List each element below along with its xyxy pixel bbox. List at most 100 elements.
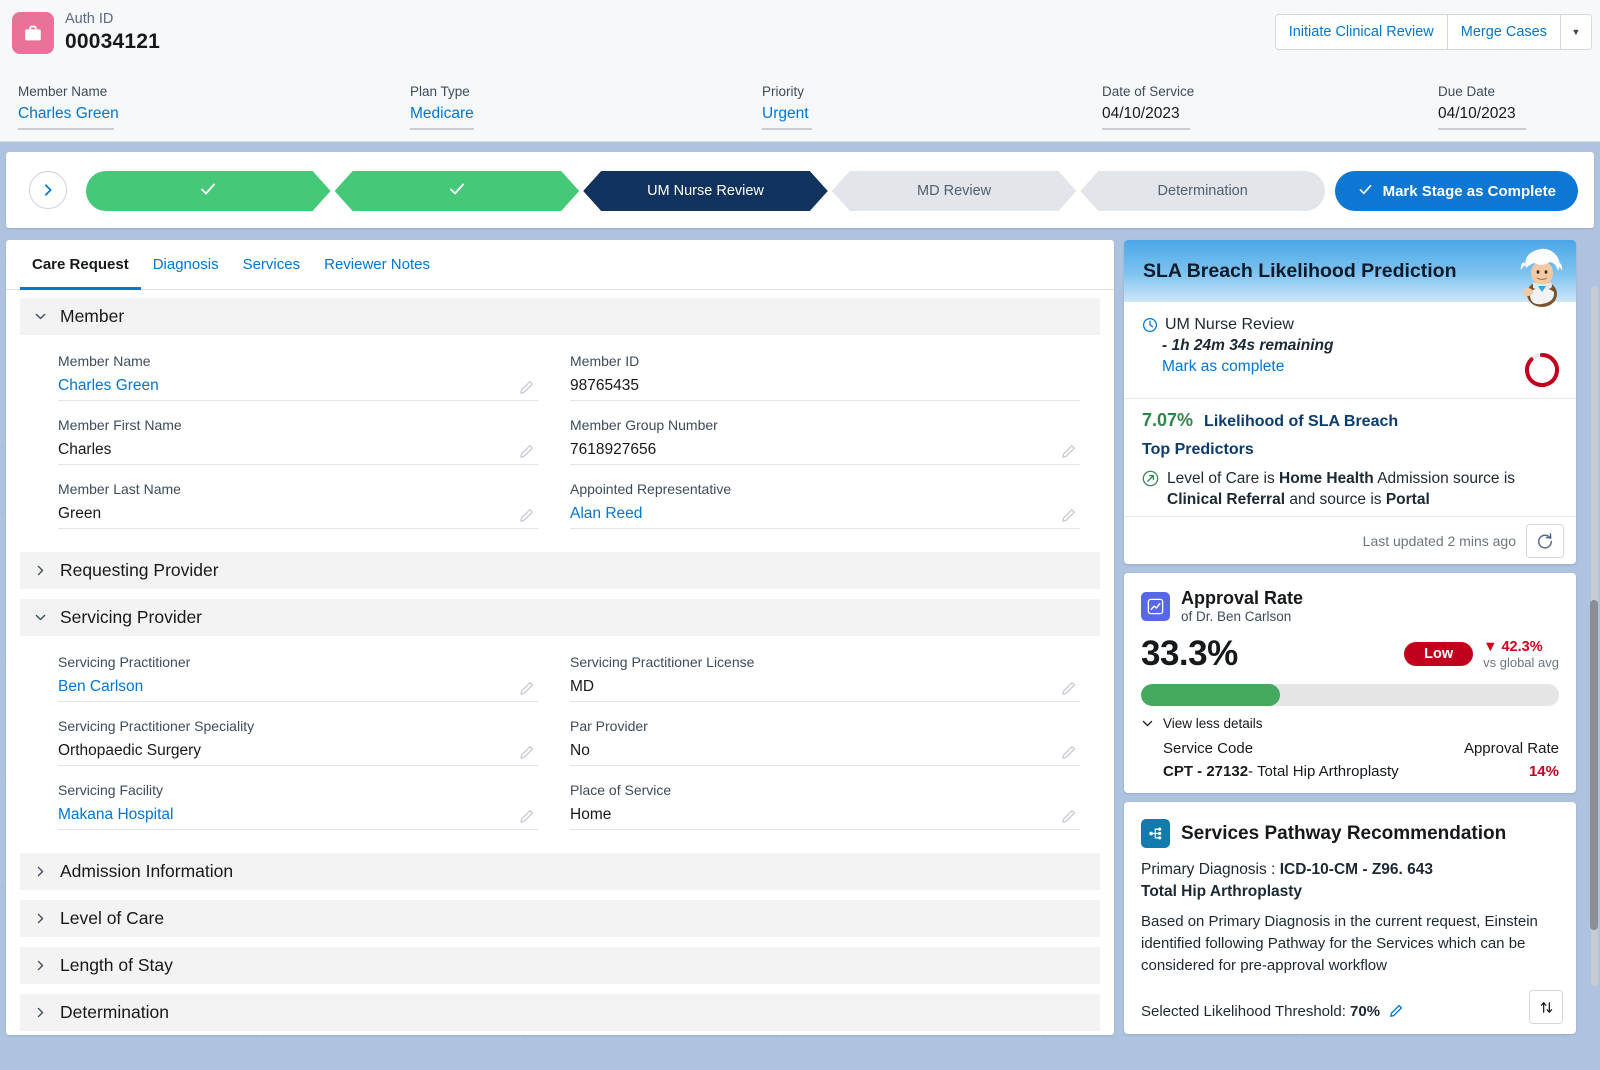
pencil-icon[interactable] xyxy=(1061,681,1076,696)
pencil-icon[interactable] xyxy=(519,444,534,459)
sort-icon[interactable] xyxy=(1529,990,1563,1024)
field-label: Servicing Practitioner License xyxy=(570,654,755,670)
section-header-determination[interactable]: Determination xyxy=(20,994,1100,1031)
field-label: Appointed Representative xyxy=(570,481,732,497)
cell-approval-rate: 14% xyxy=(1528,763,1559,780)
approval-panel-title: Approval Rate xyxy=(1181,588,1304,608)
stage-complete-check-icon xyxy=(198,179,218,203)
view-less-details-label: View less details xyxy=(1163,716,1263,731)
section-body-servicing-provider: Servicing Practitioner Ben Carlson Servi… xyxy=(20,639,1100,853)
stage-label: Determination xyxy=(1157,183,1248,199)
pencil-icon[interactable] xyxy=(519,809,534,824)
section-header-level-of-care[interactable]: Level of Care xyxy=(20,900,1100,937)
section-header-servicing-provider[interactable]: Servicing Provider xyxy=(20,599,1100,636)
sla-stats-block: 7.07% Likelihood of SLA Breach Top Predi… xyxy=(1124,399,1576,516)
merge-cases-button[interactable]: Merge Cases xyxy=(1447,15,1561,49)
field-label: Place of Service xyxy=(570,782,672,798)
pathway-dx-name: Total Hip Arthroplasty xyxy=(1141,883,1303,900)
field-value: 04/10/2023 xyxy=(1438,105,1516,122)
field-servicing-practitioner: Servicing Practitioner Ben Carlson xyxy=(58,651,538,702)
mark-stage-as-complete-button[interactable]: Mark Stage as Complete xyxy=(1334,171,1578,211)
chevron-right-icon[interactable] xyxy=(29,171,67,209)
pencil-icon[interactable] xyxy=(519,508,534,523)
pencil-icon[interactable] xyxy=(519,380,534,395)
approval-delta-label: vs global avg xyxy=(1483,654,1559,670)
column-header-approval-rate: Approval Rate xyxy=(1463,740,1559,757)
field-member-group-number: Member Group Number 7618927656 xyxy=(570,414,1080,465)
stage-item-determination[interactable]: Determination xyxy=(1080,171,1325,211)
field-value[interactable]: Charles Green xyxy=(58,372,538,401)
pencil-icon[interactable] xyxy=(1061,444,1076,459)
field-value[interactable]: Ben Carlson xyxy=(58,673,538,702)
service-code-rest: - Total Hip Arthroplasty xyxy=(1248,763,1399,780)
field-label: Member Name xyxy=(18,84,108,99)
view-less-details-toggle[interactable]: View less details xyxy=(1141,716,1559,731)
sla-panel-footer: Last updated 2 mins ago xyxy=(1124,516,1576,564)
auth-id-value: 00034121 xyxy=(65,30,161,53)
section-header-requesting-provider[interactable]: Requesting Provider xyxy=(20,552,1100,589)
section-header-length-of-stay[interactable]: Length of Stay xyxy=(20,947,1100,984)
approval-rate-panel: Approval Rate of Dr. Ben Carlson 33.3% L… xyxy=(1124,573,1576,793)
header-action-group: Initiate Clinical Review Merge Cases ▼ xyxy=(1274,14,1592,50)
right-rail: SLA Breach Likelihood Prediction UM Nurs… xyxy=(1124,240,1576,1050)
right-rail-scrollbar[interactable] xyxy=(1590,600,1598,930)
stage-item-2[interactable] xyxy=(335,171,580,211)
sla-likelihood-label: Likelihood of SLA Breach xyxy=(1204,413,1399,430)
field-value[interactable]: Alan Reed xyxy=(570,500,1080,529)
pencil-icon[interactable] xyxy=(519,681,534,696)
dx-label: Primary Diagnosis : xyxy=(1141,861,1280,878)
stage-item-um-nurse-review[interactable]: UM Nurse Review xyxy=(583,171,828,211)
pencil-icon[interactable] xyxy=(1389,1004,1403,1018)
field-underline xyxy=(762,128,812,130)
field-value[interactable]: Medicare xyxy=(410,102,762,125)
predictor-seg: and source is xyxy=(1285,491,1386,508)
stage-item-1[interactable] xyxy=(86,171,331,211)
field-value: Green xyxy=(58,500,538,529)
stage-complete-check-icon xyxy=(447,179,467,203)
section-title: Member xyxy=(60,306,125,326)
sla-time-remaining: - 1h 24m 34s remaining xyxy=(1162,337,1334,354)
field-value[interactable]: Charles Green xyxy=(18,102,410,125)
tab-care-request[interactable]: Care Request xyxy=(20,240,141,290)
record-header: Auth ID 00034121 Initiate Clinical Revie… xyxy=(0,0,1600,142)
pencil-icon[interactable] xyxy=(1061,745,1076,760)
sla-mark-as-complete-link[interactable]: Mark as complete xyxy=(1162,358,1558,376)
member-right-column: Member ID 98765435 Member Group Number 7… xyxy=(560,350,1100,542)
stage-item-md-review[interactable]: MD Review xyxy=(832,171,1077,211)
section-title: Length of Stay xyxy=(60,955,173,975)
table-row: CPT - 27132- Total Hip Arthroplasty 14% xyxy=(1163,763,1559,780)
tab-reviewer-notes[interactable]: Reviewer Notes xyxy=(312,240,442,289)
header-top-row: Auth ID 00034121 Initiate Clinical Revie… xyxy=(0,0,1600,71)
einstein-avatar xyxy=(1520,248,1563,307)
section-title: Admission Information xyxy=(60,861,234,881)
pencil-icon[interactable] xyxy=(1061,809,1076,824)
pencil-icon[interactable] xyxy=(519,745,534,760)
care-request-card: Care Request Diagnosis Services Reviewer… xyxy=(6,240,1114,1035)
tab-services[interactable]: Services xyxy=(231,240,313,289)
field-servicing-practitioner-speciality: Servicing Practitioner Speciality Orthop… xyxy=(58,715,538,766)
chevron-right-icon xyxy=(37,866,44,877)
approval-delta: ▼ 42.3% vs global avg xyxy=(1483,639,1559,670)
tab-diagnosis[interactable]: Diagnosis xyxy=(141,240,231,289)
servicing-right-column: Servicing Practitioner License MD Par Pr… xyxy=(560,651,1100,843)
field-value[interactable]: Makana Hospital xyxy=(58,801,538,830)
initiate-clinical-review-button[interactable]: Initiate Clinical Review xyxy=(1275,15,1448,49)
top-predictors-label: Top Predictors xyxy=(1142,441,1254,458)
chevron-down-icon xyxy=(35,313,46,320)
refresh-icon[interactable] xyxy=(1526,523,1564,558)
section-header-member[interactable]: Member xyxy=(20,298,1100,335)
member-left-column: Member Name Charles Green Member First N… xyxy=(20,350,560,542)
field-value: 7618927656 xyxy=(570,436,1080,465)
more-actions-caret-icon[interactable]: ▼ xyxy=(1561,15,1591,49)
field-underline xyxy=(410,128,474,130)
field-value: No xyxy=(570,737,1080,766)
trend-up-icon xyxy=(1142,470,1159,487)
field-label: Member First Name xyxy=(58,417,182,433)
column-header-service-code: Service Code xyxy=(1163,740,1254,757)
approval-rate-table: Service Code Approval Rate CPT - 27132- … xyxy=(1141,740,1559,780)
pencil-icon[interactable] xyxy=(1061,508,1076,523)
auth-id-block: Auth ID 00034121 xyxy=(12,10,160,55)
section-header-admission-information[interactable]: Admission Information xyxy=(20,853,1100,890)
clock-icon xyxy=(1142,317,1158,333)
field-value[interactable]: Urgent xyxy=(762,102,1102,125)
